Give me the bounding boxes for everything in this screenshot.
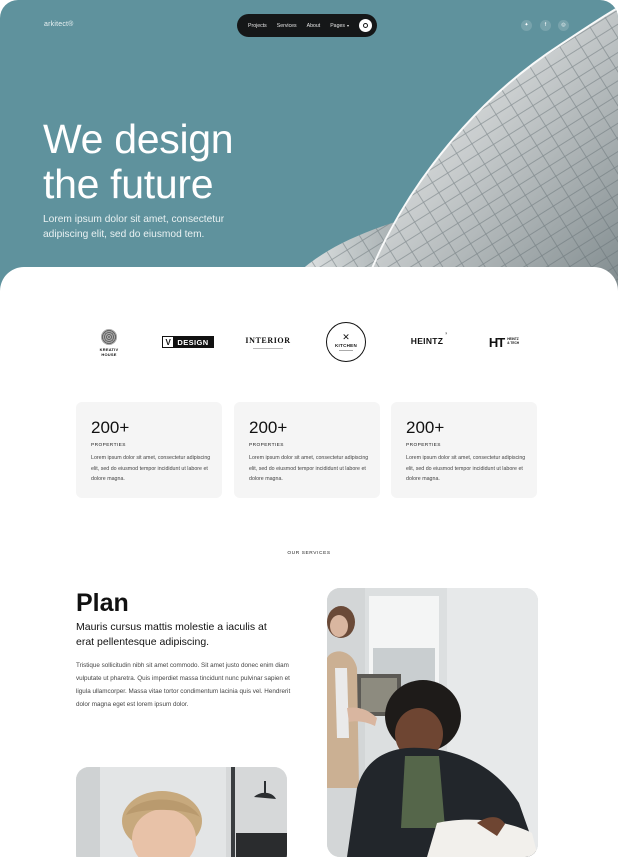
logo-v-design: V DESIGN [162, 335, 214, 349]
facebook-icon[interactable]: f [540, 20, 551, 31]
stat-label: PROPERTIES [91, 443, 126, 448]
logo-vdesign-text: DESIGN [177, 337, 209, 347]
hero-subtitle: Lorem ipsum dolor sit amet, consectetur … [43, 214, 225, 240]
logo-ht-mark: HT [488, 334, 505, 350]
services-section-label: OUR SERVICES [287, 551, 331, 556]
kreativ-mark-icon [101, 329, 117, 345]
logo-ht: HT HEINTZ & TECH [484, 333, 524, 351]
hero-title-line-1: We design [43, 116, 234, 162]
logo-interior: INTERIOR [245, 333, 291, 351]
logo-ht-text: HEINTZ & TECH [507, 337, 520, 345]
logo-interior-rule [253, 347, 283, 349]
page: arkitect® Projects Services About Pages … [0, 0, 618, 857]
v-mark: V [163, 337, 174, 347]
logo-kitchen: ✕ KITCHEN [326, 322, 366, 362]
portrait-photo-image [76, 767, 287, 857]
chevron-down-icon: ▾ [346, 23, 349, 28]
stat-card: 200+ PROPERTIES Lorem ipsum dolor sit am… [234, 402, 380, 498]
logo-heintz: HEINTZ ’ [408, 333, 448, 348]
twitter-icon[interactable]: ✦ [521, 20, 532, 31]
service-title: Plan [76, 589, 129, 617]
service-body: Tristique sollicitudin nibh sit amet com… [76, 662, 291, 708]
stat-card: 200+ PROPERTIES Lorem ipsum dolor sit am… [391, 402, 537, 498]
service-photo-portrait [76, 767, 287, 857]
instagram-icon[interactable]: ◎ [558, 20, 569, 31]
main-nav: Projects Services About Pages ▾ [237, 14, 377, 37]
stat-label: PROPERTIES [406, 443, 441, 448]
nav-link-services[interactable]: Services [277, 23, 297, 29]
nav-link-about[interactable]: About [307, 23, 321, 29]
service-photo-office [327, 588, 538, 857]
logo-kitchen-rule [339, 350, 353, 351]
stat-value: 200+ [91, 418, 130, 437]
stat-description: Lorem ipsum dolor sit amet, consectetur … [91, 455, 211, 482]
utensils-icon: ✕ [342, 332, 350, 342]
hero-title-line-2: the future [43, 161, 214, 207]
stat-description: Lorem ipsum dolor sit amet, consectetur … [406, 455, 526, 482]
tick-icon: ’ [445, 333, 448, 339]
stat-value: 200+ [406, 418, 445, 437]
stat-description: Lorem ipsum dolor sit amet, consectetur … [249, 455, 369, 482]
circle-icon [363, 23, 368, 28]
logo-kitchen-text: KITCHEN [334, 343, 358, 348]
logo-kreativ-text: KREATIV HOUSE [99, 347, 119, 357]
hero-section: arkitect® Projects Services About Pages … [0, 0, 618, 300]
logo-heintz-text: HEINTZ [410, 336, 444, 346]
nav-action-button[interactable] [359, 19, 372, 32]
stat-label: PROPERTIES [249, 443, 284, 448]
stat-card: 200+ PROPERTIES Lorem ipsum dolor sit am… [76, 402, 222, 498]
hero-title: We design the future [43, 117, 363, 207]
nav-link-pages[interactable]: Pages [330, 23, 345, 29]
logo-interior-text: INTERIOR [245, 335, 291, 345]
nav-link-projects[interactable]: Projects [248, 23, 267, 29]
stat-value: 200+ [249, 418, 288, 437]
logo-kreativ-house: KREATIV HOUSE [90, 327, 128, 359]
brand-logo[interactable]: arkitect® [44, 21, 74, 28]
service-subtitle: Mauris cursus mattis molestie a iaculis … [76, 621, 267, 648]
office-photo-image [327, 588, 538, 857]
